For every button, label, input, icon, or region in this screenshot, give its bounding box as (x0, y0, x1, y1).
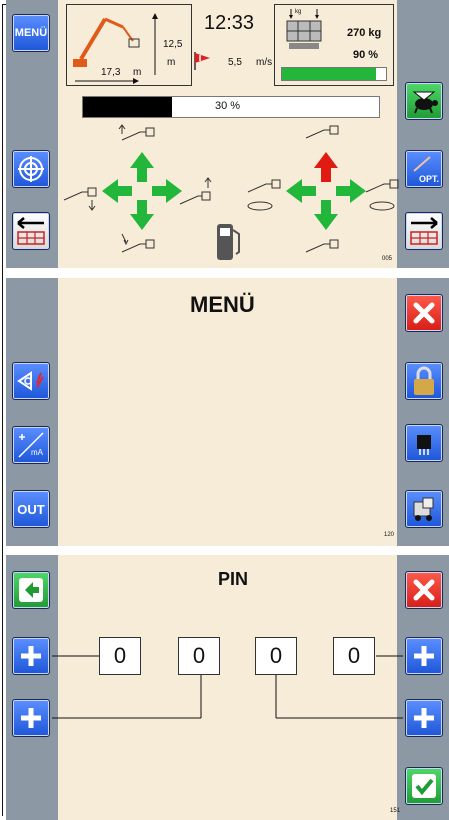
arrow-up-green[interactable] (130, 152, 154, 182)
pin-digit-4[interactable]: 0 (333, 637, 375, 675)
menu-button-label: MENÜ (14, 27, 48, 39)
menu-button[interactable]: MENÜ (12, 14, 50, 52)
boom-geometry-panel: 12,5 m 17,3 m (66, 4, 192, 86)
load-percent: 90 % (353, 49, 379, 61)
wind-speed: 5,5 (228, 57, 242, 68)
reach-value: 17,3 (101, 67, 121, 78)
sensor-icon (17, 371, 44, 391)
vehicle-button[interactable] (405, 490, 443, 528)
clock-time: 12:33 (204, 12, 255, 34)
reach-unit: m (133, 67, 142, 78)
options-button[interactable]: OPT. (405, 150, 443, 188)
pin-digit-3[interactable]: 0 (255, 637, 297, 675)
screen-code: 151 (390, 808, 401, 814)
forward-table-button[interactable] (405, 212, 443, 250)
pin-screen: PIN 0 0 0 0 151 (6, 555, 449, 820)
arrow-up-red[interactable] (314, 152, 338, 182)
load-bar-fill (282, 68, 376, 80)
arrow-left-green-right[interactable] (286, 179, 316, 203)
right-joystick-pad (247, 125, 399, 253)
arrow-right-green-right[interactable] (336, 179, 366, 203)
out-button-label: OUT (17, 501, 45, 517)
calibration-ma-icon: mA (18, 432, 44, 458)
load-bar (281, 67, 387, 81)
pin-connector-lines (52, 655, 403, 719)
arrow-down-green[interactable] (130, 200, 154, 230)
wind-flag-icon (194, 52, 210, 70)
close-button[interactable] (405, 294, 443, 332)
pin-digit-1[interactable]: 0 (99, 637, 141, 675)
turtle-speed-icon (412, 91, 438, 114)
arrow-left-table-icon (17, 217, 45, 245)
close-x-icon (413, 302, 435, 324)
lock-button[interactable] (405, 362, 443, 400)
padlock-icon (414, 366, 434, 395)
menu-screen: MENÜ mA OUT 120 (6, 278, 449, 546)
progress-bar-fill (83, 97, 172, 117)
chip-button[interactable] (405, 424, 443, 462)
height-value: 12,5 (163, 39, 183, 50)
platform-load-panel: kg 270 kg 90 % (274, 4, 394, 86)
vehicle-icon (413, 497, 434, 521)
sensor-button[interactable] (12, 362, 50, 400)
target-button[interactable] (12, 150, 50, 188)
screen-code: 120 (384, 532, 395, 538)
load-kg-label: kg (295, 9, 302, 15)
wind-unit: m/s (256, 57, 273, 68)
target-icon (18, 156, 44, 182)
arrow-down-green-right[interactable] (314, 200, 338, 230)
out-button[interactable]: OUT (12, 490, 50, 528)
arrow-right-green[interactable] (152, 179, 182, 203)
screen-code: 005 (382, 256, 393, 262)
page-title: MENÜ (190, 292, 255, 317)
arrow-left-green[interactable] (102, 179, 132, 203)
back-table-button[interactable] (12, 212, 50, 250)
load-weight: 270 kg (347, 27, 382, 39)
main-screen: MENÜ OPT. 12,5 m 17,3 m 12:33 5,5 m/s kg… (6, 0, 449, 268)
progress-label: 30 % (215, 100, 241, 112)
options-label: OPT. (418, 174, 439, 184)
height-unit: m (167, 57, 176, 68)
slow-speed-button[interactable] (405, 82, 443, 120)
platform-basket-icon (286, 9, 322, 49)
svg-text:mA: mA (31, 448, 44, 457)
arrow-right-table-icon (410, 217, 438, 245)
progress-bar: 30 % (82, 96, 380, 118)
chip-icon (417, 435, 431, 455)
left-joystick-pad (63, 124, 212, 253)
pin-digit-2[interactable]: 0 (178, 637, 220, 675)
calibration-button[interactable]: mA (12, 426, 50, 464)
